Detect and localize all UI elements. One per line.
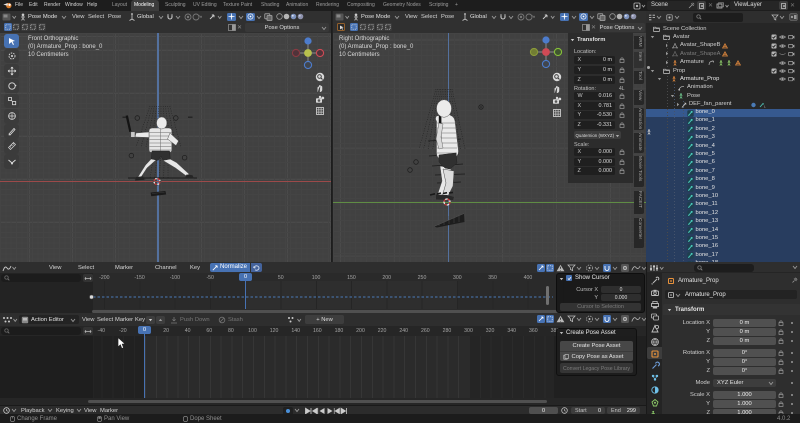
svg-text:L: L: [764, 104, 766, 108]
